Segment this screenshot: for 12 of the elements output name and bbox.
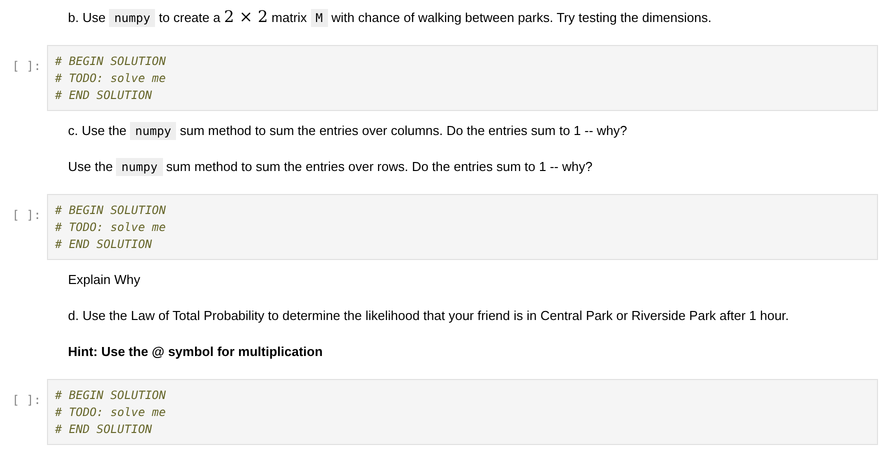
question-text: Use the numpy sum method to sum the entries over rows. Do the entries sum to 1 -- why?	[68, 158, 594, 176]
code-cell[interactable]: # BEGIN SOLUTION # TODO: solve me # END SOLUTION	[47, 45, 878, 111]
code-cell[interactable]: # BEGIN SOLUTION # TODO: solve me # END SOLUTION	[47, 379, 878, 445]
hint-text: Hint: Use the @ symbol for multiplication	[68, 343, 324, 361]
question-text: d. Use the Law of Total Probability to determine the likelihood that your friend is in Central Park or Riverside Park after 1 hour.	[68, 307, 790, 325]
code-cell[interactable]: # BEGIN SOLUTION # TODO: solve me # END SOLUTION	[47, 194, 878, 260]
cell-prompt: [ ]:	[11, 207, 42, 224]
cell-prompt: [ ]:	[11, 58, 42, 75]
question-text: c. Use the numpy sum method to sum the entries over columns. Do the entries sum to 1 -- why?	[68, 122, 628, 140]
cell-prompt: [ ]:	[11, 392, 42, 409]
question-text: Explain Why	[68, 271, 142, 289]
question-text: b. Use numpy to create a 2 × 2 matrix M with chance of walking between parks. Try testing the dimensions.	[68, 8, 712, 27]
